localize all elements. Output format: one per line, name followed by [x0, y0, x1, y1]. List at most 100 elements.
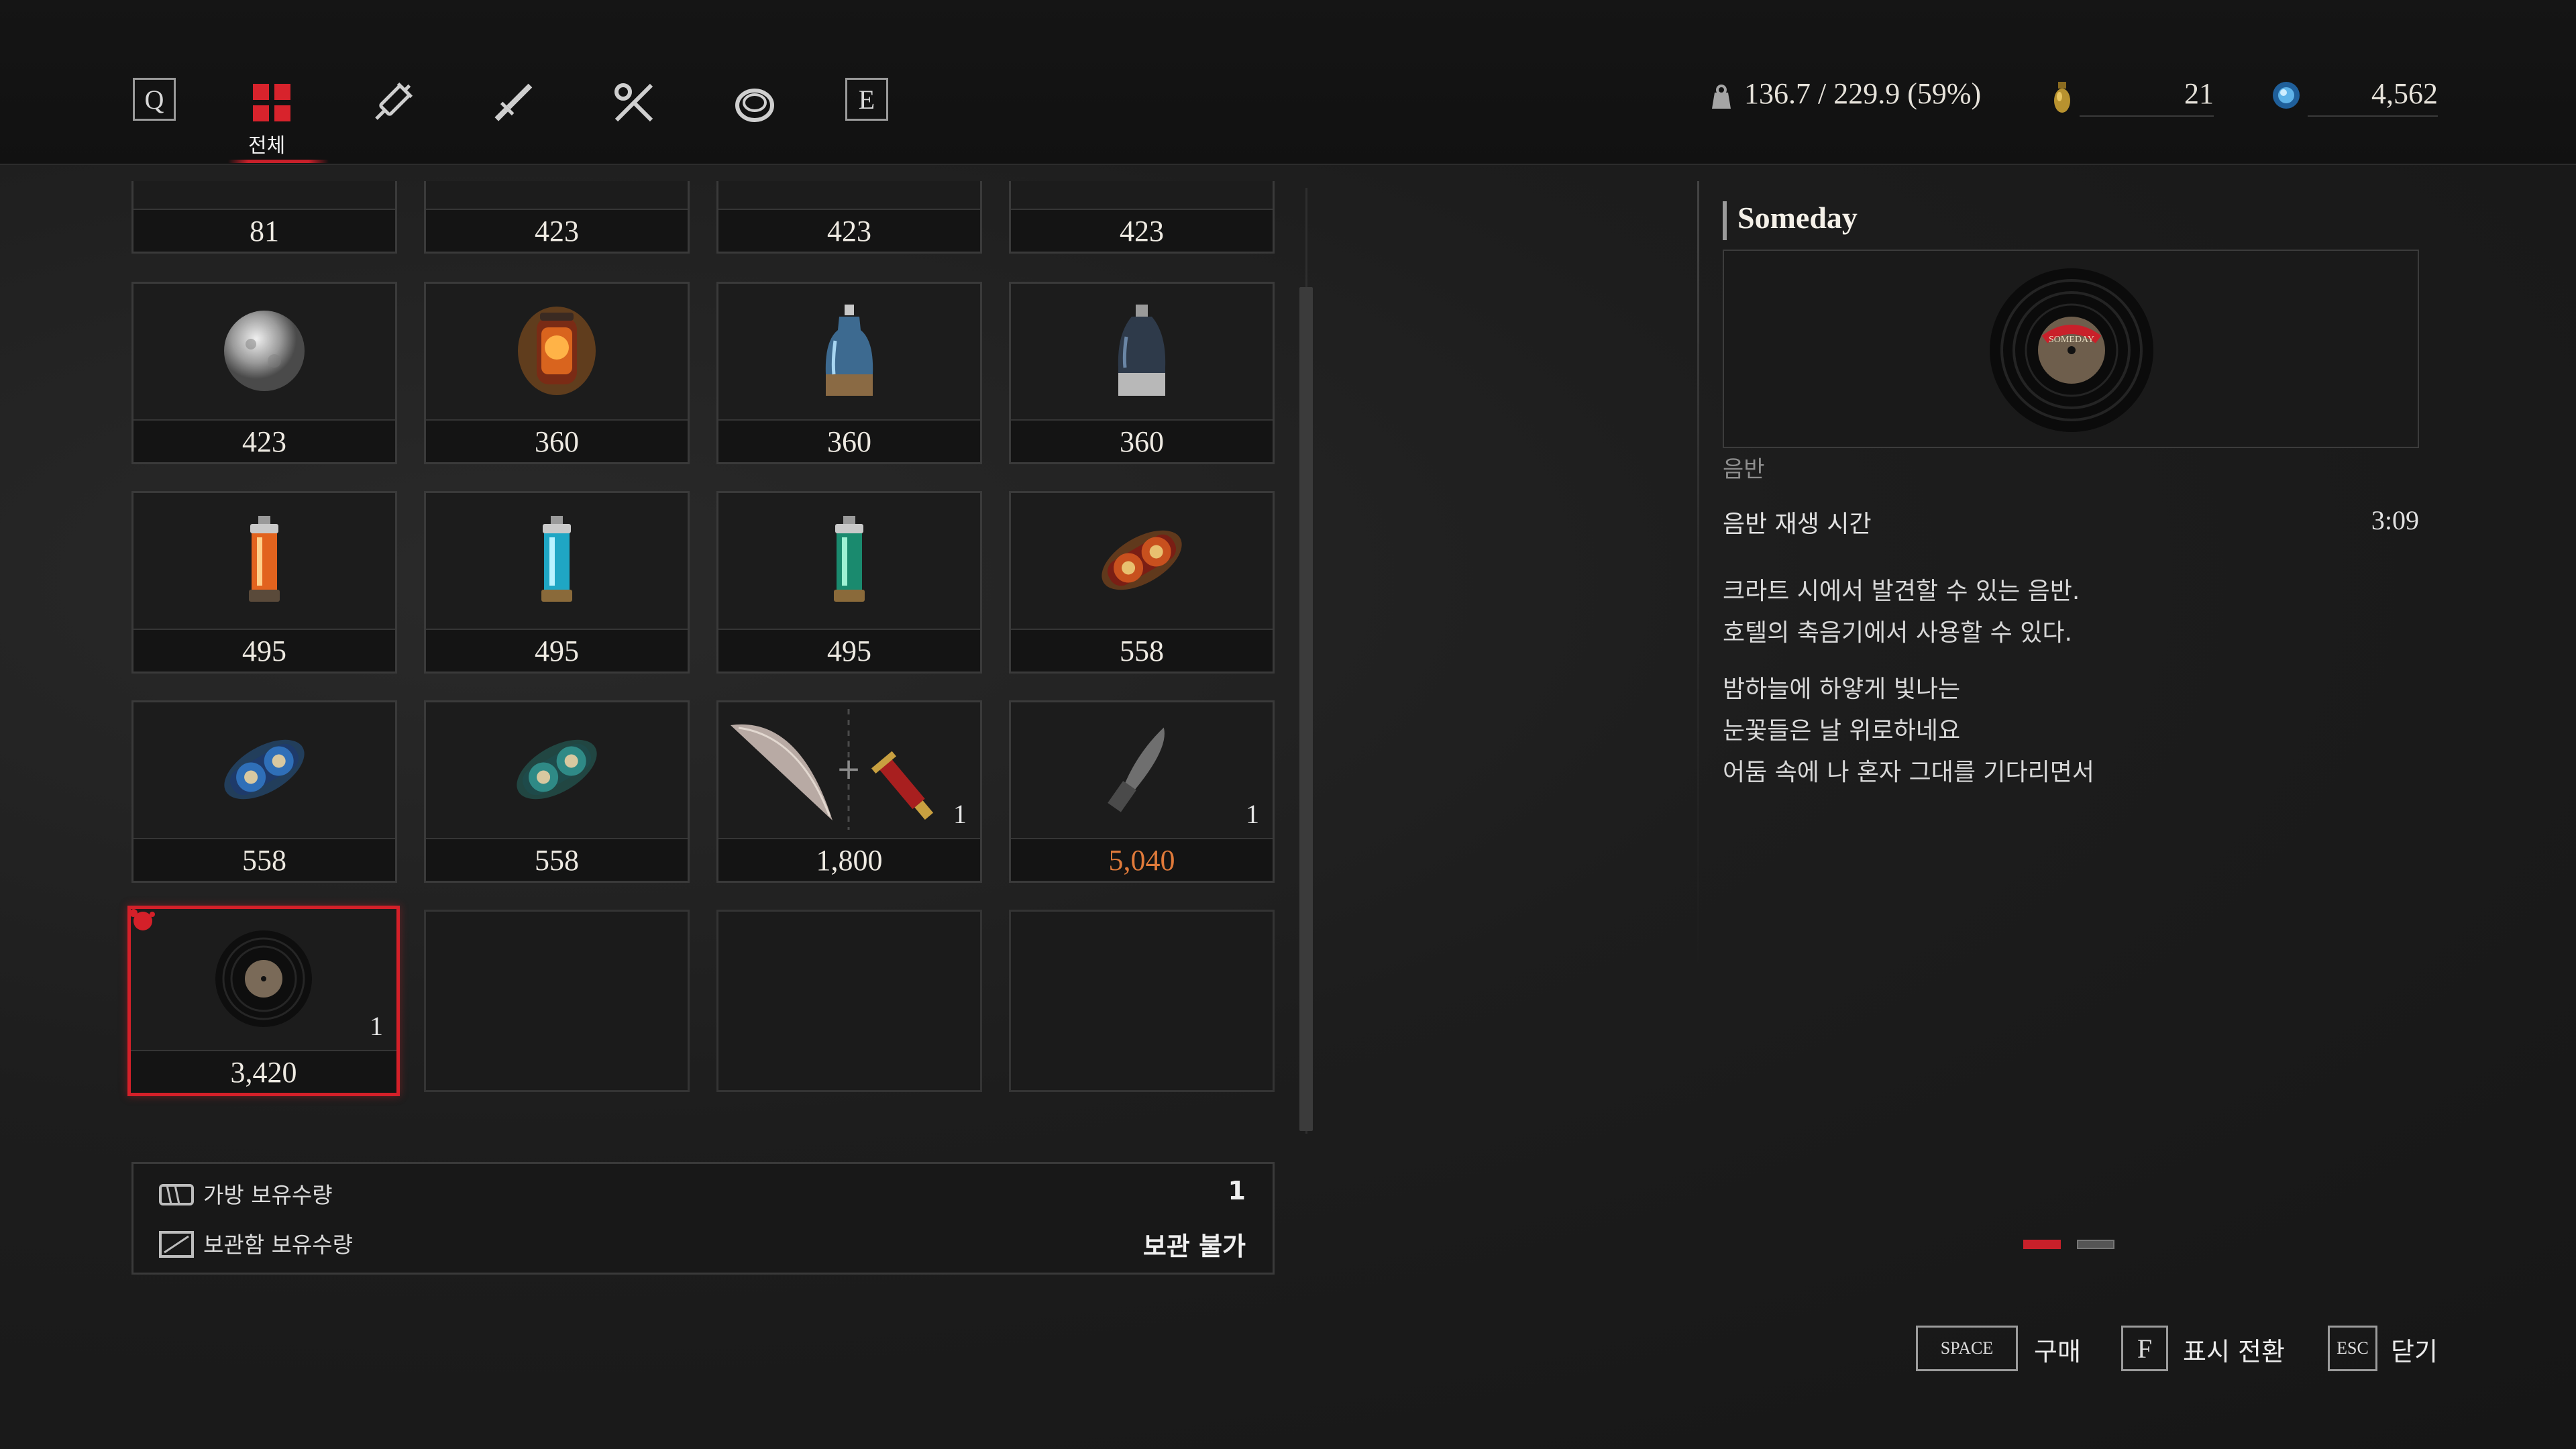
top-bar: Q 전체 E 136.7 / 229.9 (59%) 21 4,562	[0, 0, 2576, 165]
tab-accessories[interactable]	[724, 72, 785, 133]
fire-canister-icon	[518, 307, 596, 395]
storage-holdings-row: 보관함 보유수량 보관 불가	[133, 1218, 1273, 1267]
buy-key[interactable]: SPACE	[1916, 1326, 2018, 1371]
next-category-key[interactable]: E	[845, 78, 888, 121]
tab-all-label: 전체	[248, 134, 286, 158]
toggle-display-label[interactable]: 표시 전환	[2183, 1331, 2285, 1368]
item-slot-selected[interactable]: 1 3,420	[127, 906, 400, 1096]
close-label[interactable]: 닫기	[2391, 1331, 2438, 1368]
description-line: 호텔의 축음기에서 사용할 수 있다.	[1723, 619, 2072, 647]
item-slot[interactable]: 495	[716, 491, 982, 674]
item-slot[interactable]: 1 5,040	[1009, 700, 1275, 883]
page-indicator[interactable]	[2077, 1240, 2114, 1249]
item-price: 423	[1011, 209, 1273, 252]
item-slot[interactable]: 360	[1009, 282, 1275, 464]
item-title: Someday	[1737, 201, 1858, 235]
weight-readout: 136.7 / 229.9 (59%)	[1744, 77, 1982, 110]
feather-dagger-icon: +	[731, 709, 934, 830]
fire-gear-icon	[1102, 530, 1182, 590]
currency-icon	[2273, 82, 2300, 109]
item-price: 423	[718, 209, 980, 252]
item-slot[interactable]: 360	[424, 282, 690, 464]
item-price: 495	[718, 629, 980, 672]
item-price: 360	[718, 419, 980, 462]
item-count: 1	[1246, 799, 1259, 829]
bag-holdings-label: 가방 보유수량	[203, 1182, 333, 1208]
scrollbar-thumb[interactable]	[1299, 287, 1313, 1131]
item-slot[interactable]: 558	[131, 700, 397, 883]
holdings-panel: 가방 보유수량 1 보관함 보유수량 보관 불가	[131, 1162, 1275, 1275]
lyrics-line: 밤하늘에 하얗게 빛나는	[1723, 676, 1961, 703]
item-slot[interactable]: 423	[424, 181, 690, 254]
empty-slot	[424, 910, 690, 1092]
item-price-highlighted: 5,040	[1011, 838, 1273, 881]
active-tab-indicator	[228, 160, 329, 163]
buy-label[interactable]: 구매	[2034, 1331, 2081, 1368]
item-price: 423	[426, 209, 688, 252]
storage-holdings-label: 보관함 보유수량	[203, 1232, 354, 1258]
bag-holdings-row: 가방 보유수량 1	[133, 1168, 1273, 1218]
vinyl-record-icon	[215, 930, 312, 1027]
dagger-icon	[494, 83, 533, 121]
bag-icon	[159, 1184, 194, 1205]
svg-text:+: +	[837, 752, 861, 786]
ergo-count: 21	[2184, 77, 2214, 110]
item-price: 360	[1011, 419, 1273, 462]
page-indicator-active[interactable]	[2023, 1240, 2061, 1249]
dark-flask-icon	[1118, 305, 1166, 396]
weight-icon	[1712, 85, 1731, 109]
item-price: 423	[133, 419, 395, 462]
storage-holdings-value: 보관 불가	[1142, 1232, 1246, 1261]
item-price: 495	[426, 629, 688, 672]
empty-slot	[716, 910, 982, 1092]
item-category: 음반	[1723, 456, 1765, 483]
currency-amount: 4,562	[2371, 77, 2438, 110]
description-line: 크라트 시에서 발견할 수 있는 음반.	[1723, 578, 2080, 605]
record-label-text: SOMEDAY	[2049, 335, 2094, 345]
item-price: 360	[426, 419, 688, 462]
item-preview-frame: SOMEDAY	[1723, 250, 2419, 448]
item-price: 3,420	[131, 1050, 396, 1093]
ergo-divider	[2080, 115, 2214, 117]
tab-all[interactable]	[241, 72, 302, 133]
cyan-lantern-icon	[541, 516, 572, 602]
title-accent-bar	[1723, 201, 1727, 240]
syringe-icon	[375, 82, 413, 120]
item-slot[interactable]: 81	[131, 181, 397, 254]
red-lantern-icon	[249, 516, 280, 602]
ergo-icon	[2054, 82, 2070, 113]
item-slot[interactable]: 360	[716, 282, 982, 464]
item-slot[interactable]: 423	[131, 282, 397, 464]
item-slot[interactable]: 495	[131, 491, 397, 674]
detail-divider	[1697, 181, 1699, 973]
close-key[interactable]: ESC	[2328, 1326, 2377, 1371]
moon-stone-icon	[224, 311, 305, 391]
vinyl-record-icon: SOMEDAY	[1990, 268, 2153, 432]
tab-consumables[interactable]	[362, 72, 423, 133]
item-slot[interactable]: 495	[424, 491, 690, 674]
item-price: 558	[133, 838, 395, 881]
playtime-value: 3:09	[2371, 505, 2419, 535]
teal-gear-icon	[517, 739, 597, 800]
tool-icon	[614, 83, 653, 122]
item-slot[interactable]: 423	[716, 181, 982, 254]
tab-throwables[interactable]	[483, 72, 543, 133]
item-slot[interactable]: 558	[424, 700, 690, 883]
tab-tools[interactable]	[604, 72, 664, 133]
currency-divider	[2308, 115, 2438, 117]
grid-icon	[253, 84, 290, 121]
item-slot[interactable]: 558	[1009, 491, 1275, 674]
lyrics-line: 눈꽃들은 날 위로하네요	[1723, 717, 1961, 745]
toggle-display-key[interactable]: F	[2121, 1326, 2168, 1371]
item-price: 1,800	[718, 838, 980, 881]
prev-category-key[interactable]: Q	[133, 78, 176, 121]
playtime-label: 음반 재생 시간	[1723, 511, 1872, 538]
item-slot[interactable]: + 1 1,800	[716, 700, 982, 883]
item-count: 1	[953, 799, 967, 829]
empty-slot	[1009, 910, 1275, 1092]
item-slot[interactable]: 423	[1009, 181, 1275, 254]
item-count: 1	[370, 1011, 383, 1041]
item-price: 495	[133, 629, 395, 672]
storage-box-icon	[159, 1231, 194, 1258]
item-price: 558	[1011, 629, 1273, 672]
